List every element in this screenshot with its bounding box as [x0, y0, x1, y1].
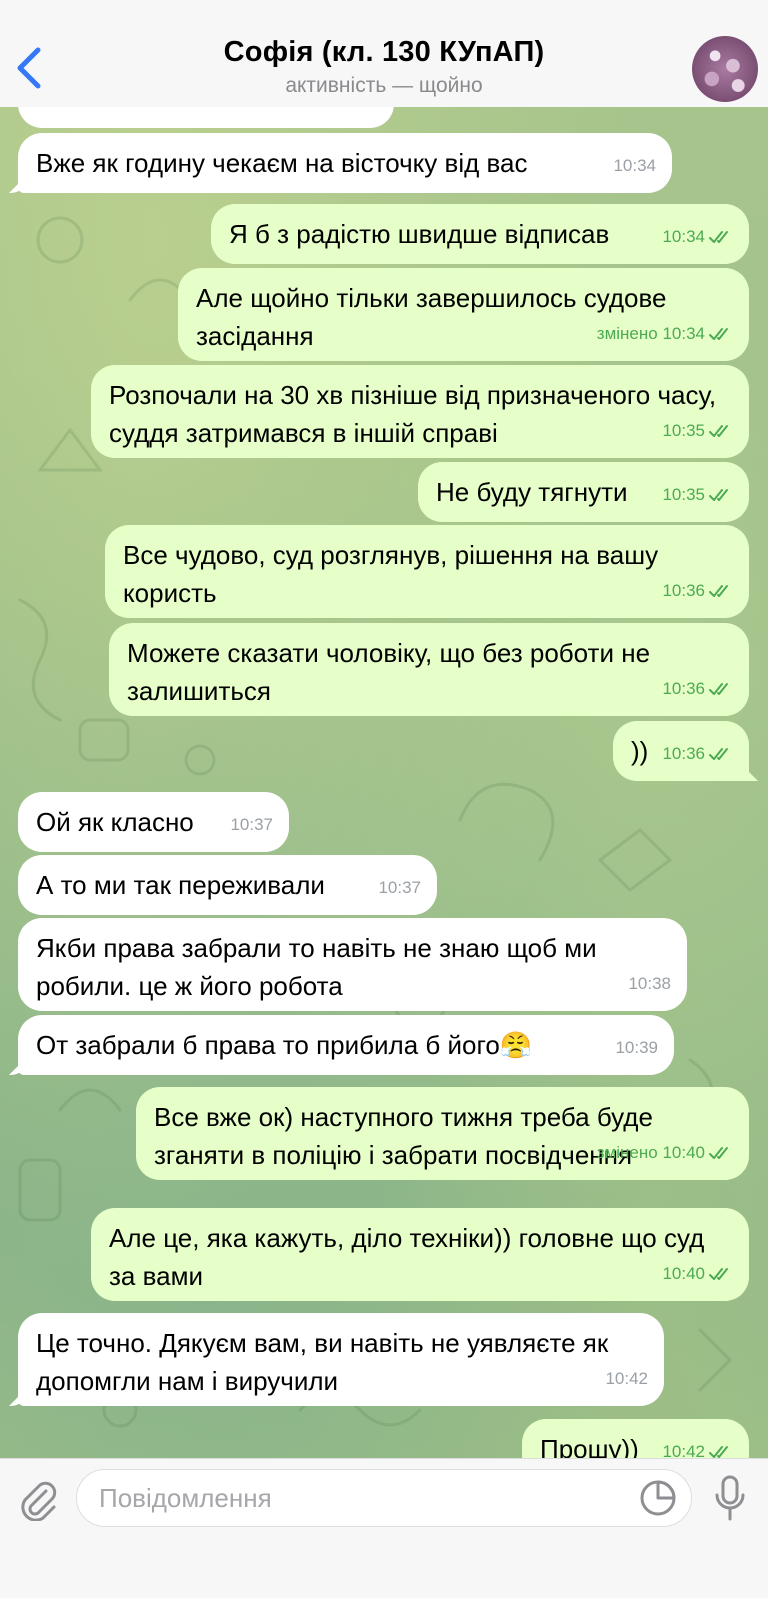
message-timestamp: змінено 10:40 — [597, 1134, 733, 1172]
incoming-message[interactable]: А то ми так переживали 10:37 — [18, 855, 437, 915]
attach-button[interactable] — [16, 1477, 60, 1522]
message-input[interactable] — [76, 1469, 692, 1527]
message-composer — [0, 1458, 768, 1598]
outgoing-message[interactable]: Але це, яка кажуть, діло техніки)) голов… — [91, 1208, 749, 1301]
incoming-message[interactable]: Вже як годину чекаєм на вісточку від вас… — [18, 133, 672, 193]
message-time: 10:34 — [662, 227, 705, 246]
message-time: 10:42 — [605, 1369, 648, 1388]
message-time: змінено 10:40 — [596, 1143, 705, 1162]
message-text: Розпочали на 30 хв пізніше від призначен… — [109, 380, 717, 448]
message-timestamp: 10:38 — [628, 965, 671, 1003]
message-timestamp: 10:39 — [615, 1029, 658, 1067]
double-check-icon — [709, 683, 728, 695]
message-text: От забрали б права то прибила б його😤 — [36, 1030, 533, 1060]
message-time: 10:36 — [662, 679, 705, 698]
message-timestamp: 10:36 — [662, 735, 733, 773]
message-timestamp: 10:36 — [662, 572, 733, 610]
message-text: Це точно. Дякуєм вам, ви навіть не уявля… — [36, 1328, 609, 1396]
message-time: 10:37 — [230, 815, 273, 834]
message-text: Я б з радістю швидше відписав — [229, 219, 610, 249]
message-time: 10:38 — [628, 974, 671, 993]
message-text: Все чудово, суд розглянув, рішення на ва… — [123, 540, 659, 608]
chat-header: Софія (кл. 130 КУпАП) активність — щойно — [0, 0, 768, 107]
paperclip-icon — [21, 1481, 57, 1522]
sticker-icon — [640, 1480, 676, 1516]
message-text: Але це, яка кажуть, діло техніки)) голов… — [109, 1223, 705, 1291]
double-check-icon — [709, 425, 728, 437]
outgoing-message[interactable]: Розпочали на 30 хв пізніше від призначен… — [91, 365, 749, 458]
message-timestamp: 10:37 — [378, 869, 421, 907]
message-text: Якби права забрали то навіть не знаю щоб… — [36, 933, 597, 1001]
double-check-icon — [709, 585, 728, 597]
sticker-button[interactable] — [638, 1478, 678, 1518]
message-timestamp: 10:34 — [662, 218, 733, 256]
outgoing-message[interactable]: Все чудово, суд розглянув, рішення на ва… — [105, 525, 749, 618]
back-button[interactable] — [6, 36, 52, 96]
message-time: 10:40 — [662, 1264, 705, 1283]
message-timestamp: 10:36 — [662, 670, 733, 708]
double-check-icon — [709, 328, 728, 340]
message-timestamp: 10:37 — [230, 806, 273, 844]
double-check-icon — [709, 1147, 728, 1159]
message-time: 10:39 — [615, 1038, 658, 1057]
outgoing-message[interactable]: Я б з радістю швидше відписав 10:34 — [211, 204, 749, 264]
microphone-button[interactable] — [710, 1473, 750, 1523]
message-timestamp: 10:35 — [662, 476, 733, 514]
message-time: 10:36 — [662, 581, 705, 600]
double-check-icon — [709, 231, 728, 243]
double-check-icon — [709, 1446, 728, 1458]
double-check-icon — [709, 1268, 728, 1280]
message-text: Можете сказати чоловіку, що без роботи н… — [127, 638, 651, 706]
chevron-left-icon — [17, 47, 41, 89]
chat-status: активність — щойно — [285, 74, 483, 97]
incoming-message[interactable]: От забрали б права то прибила б його😤 10:… — [18, 1015, 674, 1075]
chat-title[interactable]: Софія (кл. 130 КУпАП) — [150, 36, 618, 69]
message-timestamp: змінено 10:34 — [597, 315, 733, 353]
incoming-message[interactable]: Якби права забрали то навіть не знаю щоб… — [18, 918, 687, 1011]
double-check-icon — [709, 748, 728, 760]
double-check-icon — [709, 489, 728, 501]
message-time: 10:35 — [662, 421, 705, 440]
outgoing-message[interactable]: Можете сказати чоловіку, що без роботи н… — [109, 623, 749, 716]
outgoing-message[interactable]: )) 10:36 — [613, 721, 749, 781]
message-timestamp: 10:34 — [613, 147, 656, 185]
outgoing-message[interactable]: Але щойно тільки завершилось судове засі… — [178, 268, 749, 361]
message-time: 10:36 — [662, 744, 705, 763]
message-time: 10:35 — [662, 485, 705, 504]
outgoing-message[interactable]: Не буду тягнути 10:35 — [418, 462, 749, 522]
avatar[interactable] — [692, 36, 758, 102]
message-timestamp: 10:40 — [662, 1255, 733, 1293]
outgoing-message[interactable]: Все вже ок) наступного тижня треба буде … — [136, 1087, 749, 1180]
incoming-message[interactable]: Ой як класно 10:37 — [18, 792, 289, 852]
microphone-icon — [715, 1475, 745, 1521]
message-timestamp: 10:35 — [662, 412, 733, 450]
message-text: А то ми так переживали — [36, 870, 325, 900]
incoming-message[interactable]: Це точно. Дякуєм вам, ви навіть не уявля… — [18, 1313, 664, 1406]
message-time: 10:34 — [613, 156, 656, 175]
message-time: змінено 10:34 — [596, 324, 705, 343]
message-timestamp: 10:42 — [605, 1360, 648, 1398]
message-time: 10:37 — [378, 878, 421, 897]
message-text: Вже як годину чекаєм на вісточку від вас — [36, 148, 528, 178]
